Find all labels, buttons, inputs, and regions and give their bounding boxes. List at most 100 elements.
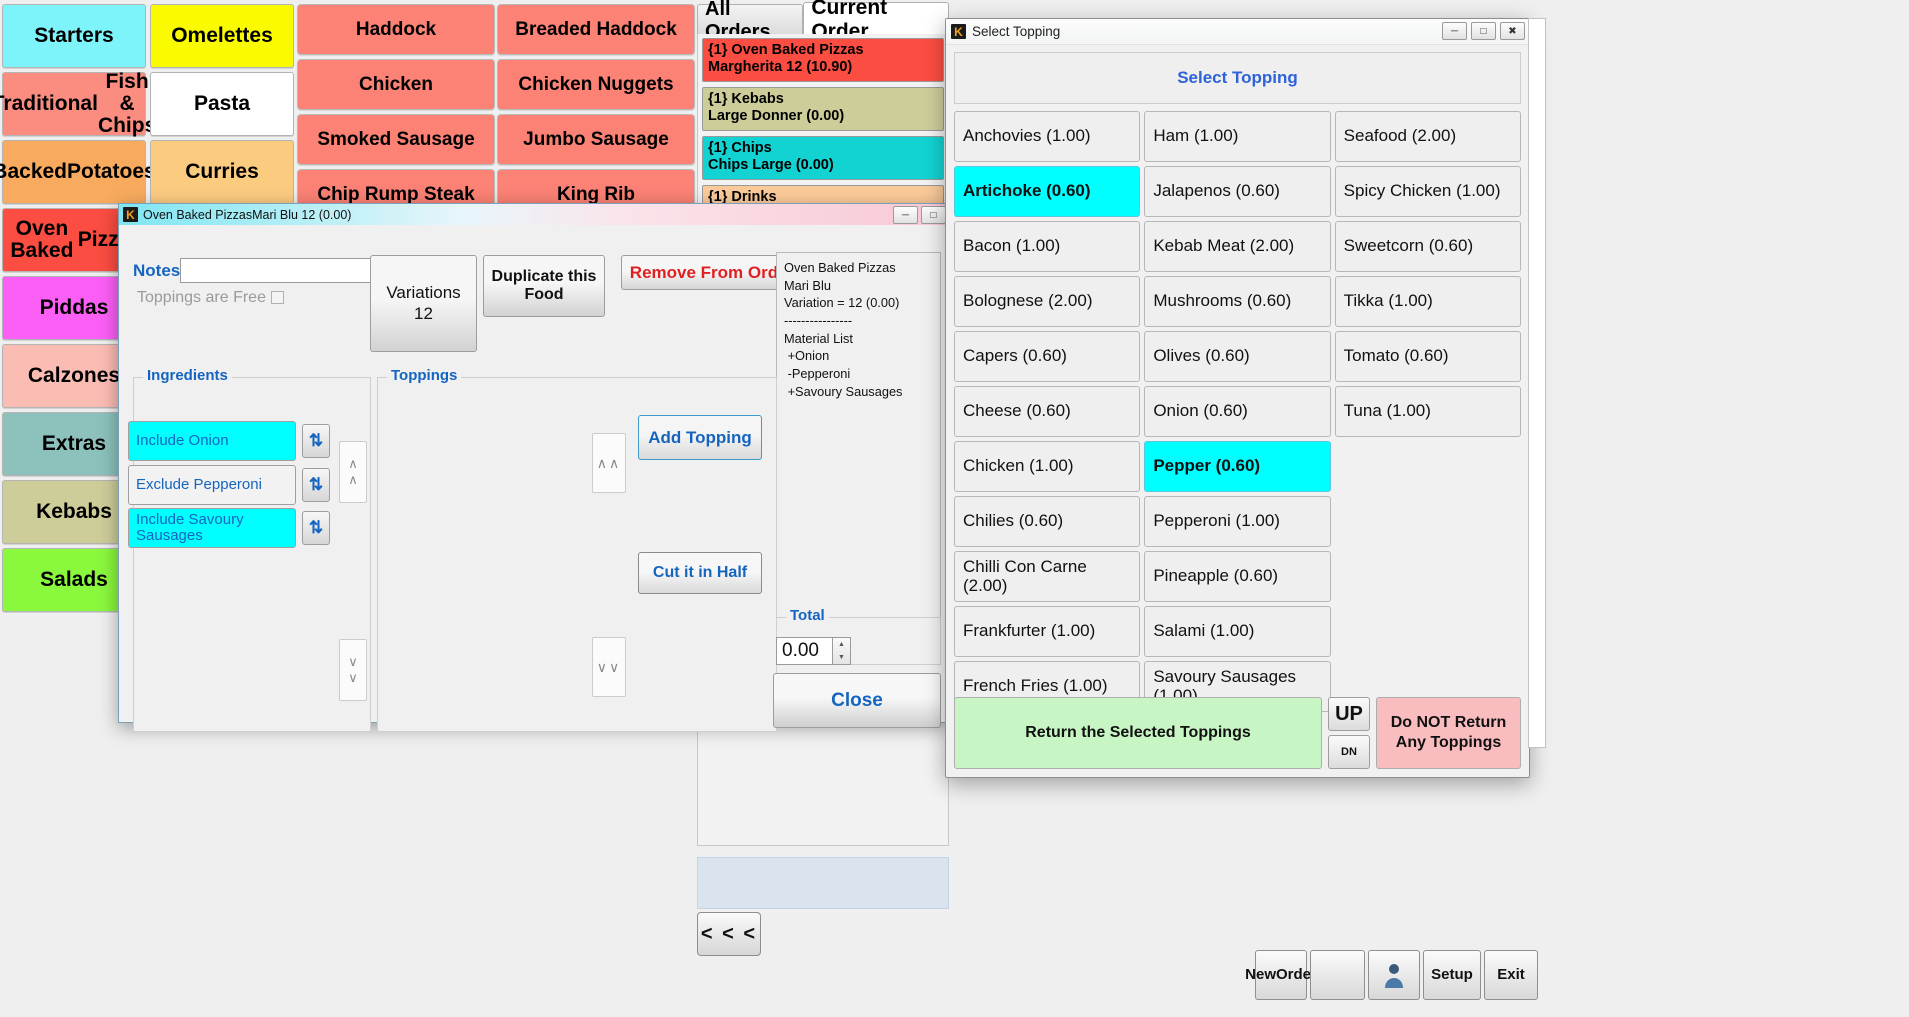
toppings-scroll-down-button[interactable]: ∨∨: [592, 637, 626, 697]
minimize-icon[interactable]: ─: [893, 206, 918, 224]
toppings-are-free-checkbox[interactable]: [271, 291, 284, 304]
food-dialog-titlebar[interactable]: K Oven Baked PizzasMari Blu 12 (0.00) ─ …: [119, 204, 949, 225]
scroll-down-button[interactable]: DN: [1328, 735, 1370, 769]
topping-button-olives-0-60[interactable]: Olives (0.60): [1144, 331, 1331, 382]
food-edit-dialog: K Oven Baked PizzasMari Blu 12 (0.00) ─ …: [118, 203, 950, 732]
return-selected-toppings-button[interactable]: Return the Selected Toppings: [954, 697, 1322, 769]
ingredients-scroll-up-button[interactable]: ∧ ∧: [339, 441, 367, 503]
topping-button-cheese-0-60[interactable]: Cheese (0.60): [954, 386, 1141, 437]
chevron-up-icon-2: ∧: [348, 472, 358, 487]
topping-button-artichoke-0-60[interactable]: Artichoke (0.60): [954, 166, 1141, 217]
ingredient-button-exclude-pepperoni[interactable]: Exclude Pepperoni: [128, 465, 296, 505]
topping-dialog-titlebar[interactable]: K Select Topping ─ □ ✖: [946, 19, 1529, 45]
ingredient-button-include-savoury-sausages[interactable]: Include Savoury Sausages: [128, 508, 296, 548]
topping-button-salami-1-00[interactable]: Salami (1.00): [1144, 606, 1331, 657]
topping-button-pineapple-0-60[interactable]: Pineapple (0.60): [1144, 551, 1331, 602]
menu-item-button-haddock[interactable]: Haddock: [297, 4, 495, 55]
category-label-line: Backed: [0, 159, 68, 183]
topping-button-jalapenos-0-60[interactable]: Jalapenos (0.60): [1144, 166, 1331, 217]
bottom-button-label: New: [1245, 966, 1276, 984]
topping-button-pepper-0-60[interactable]: Pepper (0.60): [1144, 441, 1331, 492]
order-line-text: {1} Oven Baked Pizzas: [708, 42, 864, 58]
topping-grid-spacer: [1335, 441, 1521, 492]
topping-button-onion-0-60[interactable]: Onion (0.60): [1144, 386, 1331, 437]
maximize-icon[interactable]: □: [921, 206, 946, 224]
chevron-down-icon: ∨: [348, 653, 358, 669]
order-tab-current-order[interactable]: Current Order: [803, 0, 949, 43]
swap-icon[interactable]: ⇅: [302, 468, 330, 502]
menu-item-button-chicken-nuggets[interactable]: Chicken Nuggets: [497, 59, 695, 110]
order-line-item[interactable]: {1} Kebabs Large Donner (0.00): [702, 87, 944, 131]
bottom-button-setup[interactable]: Setup: [1423, 950, 1481, 1000]
order-line-item[interactable]: {1} Chips Chips Large (0.00): [702, 136, 944, 180]
topping-button-tuna-1-00[interactable]: Tuna (1.00): [1334, 386, 1521, 437]
topping-button-sweetcorn-0-60[interactable]: Sweetcorn (0.60): [1334, 221, 1521, 272]
bottom-button-exit[interactable]: Exit: [1484, 950, 1538, 1000]
minimize-icon[interactable]: ─: [1442, 22, 1467, 40]
menu-item-button-smoked-sausage[interactable]: Smoked Sausage: [297, 114, 495, 165]
topping-grid-spacer: [1335, 606, 1521, 657]
order-line-item[interactable]: {1} Oven Baked Pizzas Margherita 12 (10.9…: [702, 38, 944, 82]
variations-label: Variations: [386, 283, 461, 303]
variations-button[interactable]: Variations 12: [370, 255, 477, 352]
category-button-traditional-fish-chips[interactable]: Traditional Fish & Chips: [0, 70, 156, 136]
close-button[interactable]: Close: [773, 673, 941, 728]
topping-button-bolognese-2-00[interactable]: Bolognese (2.00): [954, 276, 1141, 327]
category-button-curries[interactable]: Curries: [150, 140, 294, 204]
topping-button-tikka-1-00[interactable]: Tikka (1.00): [1334, 276, 1521, 327]
toppings-are-free-label: Toppings are Free: [137, 289, 266, 306]
topping-button-chilies-0-60[interactable]: Chilies (0.60): [954, 496, 1141, 547]
menu-item-button-jumbo-sausage[interactable]: Jumbo Sausage: [497, 114, 695, 165]
topping-button-anchovies-1-00[interactable]: Anchovies (1.00): [954, 111, 1141, 162]
spinner-down-icon[interactable]: ▼: [833, 651, 850, 664]
topping-button-seafood-2-00[interactable]: Seafood (2.00): [1334, 111, 1521, 162]
topping-button-mushrooms-0-60[interactable]: Mushrooms (0.60): [1144, 276, 1331, 327]
close-icon[interactable]: ✖: [1500, 22, 1525, 40]
topping-button-kebab-meat-2-00[interactable]: Kebab Meat (2.00): [1144, 221, 1331, 272]
ingredients-scroll-down-button[interactable]: ∨ ∨: [339, 639, 367, 701]
topping-dialog-body: Select Topping Anchovies (1.00) Ham (1.00…: [946, 44, 1529, 777]
bottom-toolbar: New Order Setup Exit: [1245, 950, 1538, 1000]
topping-button-chicken-1-00[interactable]: Chicken (1.00): [954, 441, 1141, 492]
order-line-text: Large Donner (0.00): [708, 108, 845, 125]
topping-button-capers-0-60[interactable]: Capers (0.60): [954, 331, 1141, 382]
swap-icon[interactable]: ⇅: [302, 424, 330, 458]
order-tab-all-orders[interactable]: All Orders: [697, 0, 804, 43]
total-spinner[interactable]: ▲ ▼: [833, 637, 851, 665]
swap-icon[interactable]: ⇅: [302, 511, 330, 545]
category-button-pasta[interactable]: Pasta: [150, 72, 294, 136]
topping-button-ham-1-00[interactable]: Ham (1.00): [1144, 111, 1331, 162]
cut-in-half-button[interactable]: Cut it in Half: [638, 552, 762, 594]
category-button-omelettes[interactable]: Omelettes: [150, 4, 294, 68]
scroll-up-button[interactable]: UP: [1328, 697, 1370, 731]
bottom-button-blank[interactable]: [1310, 950, 1365, 1000]
topping-button-chilli-con-carne-2-00[interactable]: Chilli Con Carne (2.00): [954, 551, 1141, 602]
ingredient-row: Include Savoury Sausages ⇅: [128, 508, 347, 548]
do-not-return-toppings-button[interactable]: Do NOT Return Any Toppings: [1376, 697, 1521, 769]
ingredient-button-include-onion[interactable]: Include Onion: [128, 421, 296, 461]
back-button[interactable]: < < <: [697, 912, 761, 956]
category-button-backed-potatoes[interactable]: BackedPotatoes: [0, 140, 156, 204]
menu-item-button-chicken[interactable]: Chicken: [297, 59, 495, 110]
user-icon[interactable]: [1368, 950, 1420, 1000]
topping-button-tomato-0-60[interactable]: Tomato (0.60): [1334, 331, 1521, 382]
food-dialog-title: Oven Baked PizzasMari Blu 12 (0.00): [143, 207, 352, 222]
menu-item-button-breaded-haddock[interactable]: Breaded Haddock: [497, 4, 695, 55]
topping-button-frankfurter-1-00[interactable]: Frankfurter (1.00): [954, 606, 1141, 657]
bottom-button-label: Exit: [1497, 966, 1525, 984]
topping-button-bacon-1-00[interactable]: Bacon (1.00): [954, 221, 1141, 272]
bottom-button-new-order[interactable]: New Order: [1245, 950, 1317, 1000]
total-value-field[interactable]: 0.00: [776, 637, 833, 665]
variations-value: 12: [414, 303, 433, 323]
topping-button-spicy-chicken-1-00[interactable]: Spicy Chicken (1.00): [1334, 166, 1521, 217]
add-topping-button[interactable]: Add Topping: [638, 415, 762, 460]
duplicate-food-button[interactable]: Duplicate this Food: [483, 255, 605, 317]
spinner-up-icon[interactable]: ▲: [833, 638, 850, 651]
category-label-line: Oven Baked: [10, 216, 74, 262]
toppings-scroll-up-button[interactable]: ∧∧: [592, 433, 626, 493]
category-button-starters[interactable]: Starters: [2, 4, 146, 68]
topping-button-pepperoni-1-00[interactable]: Pepperoni (1.00): [1144, 496, 1331, 547]
food-dialog-window-buttons: ─ □: [893, 206, 946, 224]
category-label-line: Piddas: [39, 295, 109, 319]
maximize-icon[interactable]: □: [1471, 22, 1496, 40]
